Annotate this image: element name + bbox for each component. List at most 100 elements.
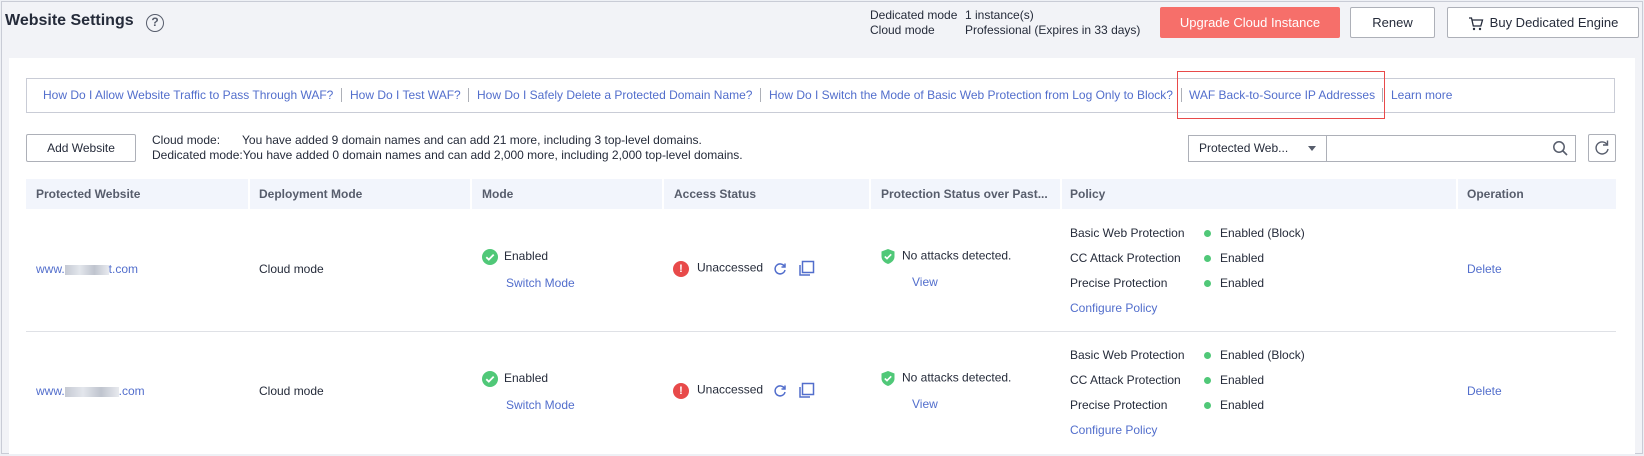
access-label: Unaccessed bbox=[697, 260, 764, 275]
policy-status: Enabled bbox=[1204, 398, 1264, 412]
redacted-domain bbox=[64, 386, 119, 397]
mode-value: 1 instance(s) bbox=[965, 8, 1034, 22]
column-divider bbox=[248, 179, 250, 209]
help-icon[interactable]: ? bbox=[146, 14, 164, 32]
upgrade-cloud-instance-button[interactable]: Upgrade Cloud Instance bbox=[1160, 7, 1340, 38]
check-circle-icon bbox=[482, 249, 498, 265]
copy-icon[interactable] bbox=[798, 260, 815, 277]
column-divider bbox=[470, 179, 472, 209]
table-header: Protected Website Deployment Mode Mode A… bbox=[26, 179, 1616, 209]
mode-label: Enabled bbox=[504, 249, 549, 264]
faq-divider bbox=[760, 88, 761, 102]
faq-link-delete-domain[interactable]: How Do I Safely Delete a Protected Domai… bbox=[477, 88, 752, 102]
quota-label: Cloud mode: bbox=[152, 133, 221, 147]
deployment-mode: Cloud mode bbox=[259, 384, 324, 398]
column-header-access-status: Access Status bbox=[674, 187, 757, 201]
error-icon: ! bbox=[673, 260, 689, 277]
column-header-protection-status: Protection Status over Past... bbox=[881, 187, 1048, 201]
switch-mode-link[interactable]: Switch Mode bbox=[506, 398, 575, 412]
policy-status: Enabled (Block) bbox=[1204, 226, 1305, 240]
status-dot bbox=[1204, 377, 1211, 385]
search-icon[interactable] bbox=[1552, 140, 1568, 156]
faq-link-allow-traffic[interactable]: How Do I Allow Website Traffic to Pass T… bbox=[43, 88, 333, 102]
faq-divider bbox=[341, 88, 342, 102]
copy-icon[interactable] bbox=[798, 382, 815, 399]
delete-link[interactable]: Delete bbox=[1467, 384, 1502, 398]
faq-link-switch-mode[interactable]: How Do I Switch the Mode of Basic Web Pr… bbox=[769, 88, 1173, 102]
delete-link[interactable]: Delete bbox=[1467, 262, 1502, 276]
status-dot bbox=[1204, 280, 1211, 288]
configure-policy-link[interactable]: Configure Policy bbox=[1070, 423, 1157, 437]
protected-website-link[interactable]: www. .com bbox=[36, 384, 145, 398]
domain-quota-info: Cloud mode: You have added 9 domain names… bbox=[152, 133, 743, 163]
protected-website-link[interactable]: www. t.com bbox=[36, 262, 138, 276]
faq-divider bbox=[468, 88, 469, 102]
highlight-annotation-box bbox=[1177, 71, 1385, 119]
mode-value: Professional (Expires in 33 days) bbox=[965, 23, 1141, 37]
page-title: Website Settings bbox=[5, 12, 134, 29]
status-dot bbox=[1204, 230, 1211, 238]
filter-value: Protected Web... bbox=[1199, 141, 1289, 155]
policy-status-label: Enabled bbox=[1220, 276, 1265, 290]
chevron-down-icon bbox=[1308, 146, 1316, 151]
quota-label: Dedicated mode: bbox=[152, 148, 243, 162]
policy-status: Enabled bbox=[1204, 276, 1264, 290]
refresh-icon[interactable] bbox=[772, 261, 788, 277]
quota-text: You have added 9 domain names and can ad… bbox=[242, 133, 702, 147]
policy-name: Precise Protection bbox=[1070, 398, 1168, 412]
access-status: ! Unaccessed bbox=[673, 260, 815, 277]
view-link[interactable]: View bbox=[912, 397, 938, 411]
shield-check-icon bbox=[881, 371, 895, 386]
column-header-policy: Policy bbox=[1070, 187, 1106, 201]
status-dot bbox=[1204, 402, 1211, 410]
refresh-button[interactable] bbox=[1588, 134, 1616, 162]
policy-name: CC Attack Protection bbox=[1070, 251, 1181, 265]
access-status: ! Unaccessed bbox=[673, 382, 815, 399]
column-header-mode: Mode bbox=[482, 187, 514, 201]
policy-name: Precise Protection bbox=[1070, 276, 1168, 290]
quota-text: You have added 0 domain names and can ad… bbox=[242, 148, 743, 162]
error-icon: ! bbox=[673, 382, 689, 399]
status-dot bbox=[1204, 255, 1211, 263]
policy-status-label: Enabled (Block) bbox=[1220, 348, 1305, 362]
status-dot bbox=[1204, 352, 1211, 360]
configure-policy-link[interactable]: Configure Policy bbox=[1070, 301, 1157, 315]
check-circle-icon bbox=[482, 371, 498, 387]
column-header-protected-website: Protected Website bbox=[36, 187, 141, 201]
mode-label: Enabled bbox=[504, 371, 549, 386]
page: Website Settings ? Dedicated mode 1 insta… bbox=[0, 0, 1644, 456]
deployment-mode: Cloud mode bbox=[259, 262, 324, 276]
view-link[interactable]: View bbox=[912, 275, 938, 289]
faq-link-test-waf[interactable]: How Do I Test WAF? bbox=[350, 88, 461, 102]
search-filter-select[interactable]: Protected Web... bbox=[1188, 135, 1326, 162]
column-header-deployment-mode: Deployment Mode bbox=[259, 187, 363, 201]
row-divider bbox=[26, 331, 1616, 332]
shield-check-icon bbox=[881, 249, 895, 264]
policy-name: Basic Web Protection bbox=[1070, 226, 1185, 240]
column-header-operation: Operation bbox=[1467, 187, 1524, 201]
renew-button[interactable]: Renew bbox=[1350, 7, 1435, 38]
policy-status-label: Enabled bbox=[1220, 373, 1265, 387]
refresh-icon bbox=[1595, 140, 1609, 155]
protection-label: No attacks detected. bbox=[902, 370, 1012, 385]
switch-mode-link[interactable]: Switch Mode bbox=[506, 276, 575, 290]
policy-status-label: Enabled (Block) bbox=[1220, 226, 1305, 240]
protection-status: No attacks detected. bbox=[880, 248, 1011, 265]
policy-name: Basic Web Protection bbox=[1070, 348, 1185, 362]
refresh-icon[interactable] bbox=[772, 383, 788, 399]
policy-status-label: Enabled bbox=[1220, 251, 1265, 265]
policy-status: Enabled bbox=[1204, 373, 1264, 387]
add-website-button[interactable]: Add Website bbox=[26, 134, 136, 162]
cart-icon bbox=[1468, 16, 1484, 30]
protection-status: No attacks detected. bbox=[880, 370, 1011, 387]
policy-status: Enabled (Block) bbox=[1204, 348, 1305, 362]
search-input[interactable] bbox=[1326, 135, 1576, 162]
column-divider bbox=[869, 179, 871, 209]
mode-status: Enabled bbox=[482, 249, 548, 265]
policy-status: Enabled bbox=[1204, 251, 1264, 265]
buy-dedicated-engine-button[interactable]: Buy Dedicated Engine bbox=[1447, 7, 1639, 38]
faq-link-learn-more[interactable]: Learn more bbox=[1391, 88, 1452, 102]
instance-mode-info: Dedicated mode 1 instance(s) Cloud mode Pr… bbox=[870, 8, 1140, 38]
buy-dedicated-engine-label: Buy Dedicated Engine bbox=[1489, 15, 1619, 30]
column-divider bbox=[1060, 179, 1062, 209]
